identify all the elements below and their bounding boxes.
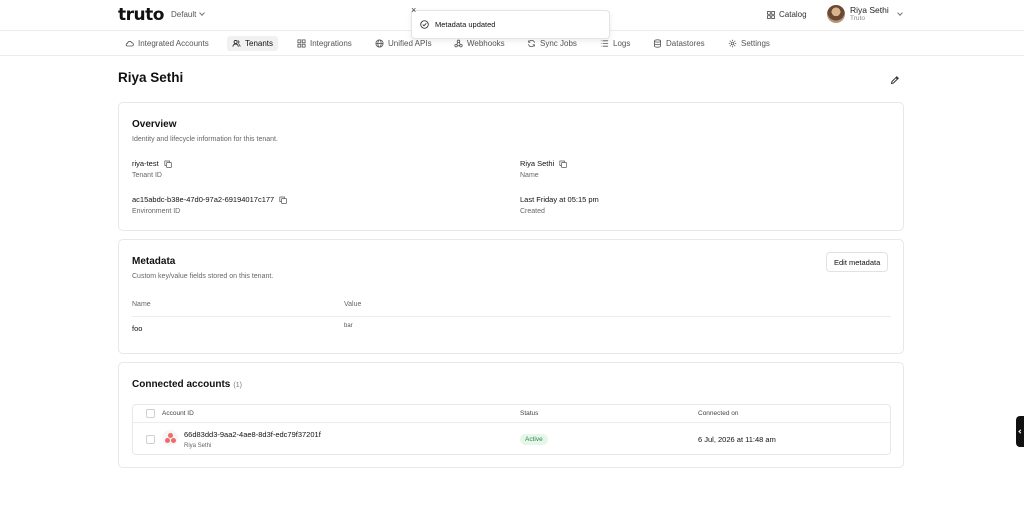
- metadata-description: Custom key/value fields stored on this t…: [132, 273, 274, 280]
- tenant-id-value: riya-test: [132, 159, 172, 168]
- name-text: Riya Sethi: [520, 159, 555, 168]
- edit-tenant-button[interactable]: [890, 72, 900, 90]
- name-label: Name: [520, 172, 539, 179]
- tab-integrations[interactable]: Integrations: [292, 36, 357, 51]
- pencil-icon: [890, 76, 899, 85]
- webhook-icon: [454, 39, 463, 48]
- metadata-card: Metadata Custom key/value fields stored …: [118, 239, 904, 354]
- cloud-icon: [125, 41, 134, 47]
- copy-icon[interactable]: [279, 196, 288, 204]
- tab-datastores[interactable]: Datastores: [648, 36, 710, 51]
- tab-label: Integrations: [310, 39, 352, 48]
- workspace-selector[interactable]: Default: [171, 10, 206, 19]
- created-label: Created: [520, 208, 545, 215]
- database-icon: [654, 39, 661, 48]
- tenant-id-text: riya-test: [132, 159, 159, 168]
- connected-accounts-card: Connected accounts (1) Account ID Status …: [118, 362, 904, 468]
- connected-on-cell: 6 Jul, 2026 at 11:48 am: [698, 435, 776, 444]
- toast-notification: × Metadata updated: [411, 6, 610, 39]
- environment-id-value: ac15abdc-b38e-47d0-97a2-69194017c177: [132, 195, 288, 204]
- environment-id-text: ac15abdc-b38e-47d0-97a2-69194017c177: [132, 195, 275, 204]
- status-badge: Active: [520, 434, 548, 445]
- name-value: Riya Sethi: [520, 159, 568, 168]
- tab-label: Unified APIs: [388, 39, 432, 48]
- chevron-down-icon: [199, 10, 206, 16]
- column-header-value: Value: [344, 301, 362, 308]
- metadata-title: Metadata: [132, 256, 176, 267]
- check-circle-icon: [420, 20, 429, 29]
- catalog-label: Catalog: [779, 10, 807, 19]
- overview-title: Overview: [132, 119, 177, 130]
- copy-icon[interactable]: [164, 160, 172, 168]
- user-name: Riya Sethi: [850, 4, 889, 15]
- metadata-key-cell: foo: [132, 324, 143, 333]
- tab-label: Webhooks: [467, 39, 505, 48]
- side-panel-toggle[interactable]: [1016, 416, 1024, 447]
- overview-card: Overview Identity and lifecycle informat…: [118, 102, 904, 231]
- tenant-id-label: Tenant ID: [132, 172, 162, 179]
- catalog-button[interactable]: Catalog: [767, 10, 807, 19]
- created-text: Last Friday at 05:15 pm: [520, 195, 599, 204]
- copy-icon[interactable]: [559, 160, 568, 168]
- tab-label: Logs: [613, 39, 631, 48]
- grid-icon: [767, 10, 775, 19]
- tab-label: Integrated Accounts: [138, 39, 209, 48]
- connected-accounts-count: (1): [233, 382, 242, 389]
- tab-label: Settings: [741, 39, 770, 48]
- select-all-checkbox[interactable]: [146, 409, 155, 418]
- toast-message: Metadata updated: [435, 20, 496, 29]
- table-header-row: Account ID Status Connected on: [133, 405, 890, 423]
- globe-icon: [375, 39, 384, 48]
- asana-logo-icon: [162, 430, 178, 446]
- created-value: Last Friday at 05:15 pm: [520, 195, 599, 204]
- column-header-connected-on: Connected on: [698, 410, 739, 417]
- list-icon: [600, 40, 609, 47]
- account-id-link[interactable]: 66d83dd3-9aa2-4ae8-8d3f-edc79f37201f: [184, 430, 321, 439]
- sync-icon: [528, 39, 535, 48]
- connected-accounts-title: Connected accounts (1): [132, 379, 242, 390]
- overview-description: Identity and lifecycle information for t…: [132, 136, 278, 143]
- accounts-table: Account ID Status Connected on 66d83dd3-…: [132, 404, 891, 455]
- chevron-down-icon: [896, 9, 903, 16]
- column-header-name: Name: [132, 301, 151, 308]
- truto-logo[interactable]: truto: [118, 5, 164, 25]
- row-checkbox[interactable]: [146, 435, 155, 444]
- tab-label: Tenants: [245, 39, 274, 48]
- connected-accounts-title-text: Connected accounts: [132, 379, 231, 390]
- divider: [132, 316, 891, 317]
- tab-label: Sync Jobs: [540, 39, 577, 48]
- edit-metadata-button[interactable]: Edit metadata: [826, 252, 889, 272]
- column-header-account-id: Account ID: [162, 410, 194, 417]
- chevron-left-icon: [1018, 429, 1023, 434]
- environment-id-label: Environment ID: [132, 208, 181, 215]
- grid-icon: [297, 39, 306, 48]
- column-header-status: Status: [520, 410, 539, 417]
- metadata-value-cell: bar: [344, 323, 353, 329]
- tab-tenants[interactable]: Tenants: [227, 36, 279, 51]
- avatar: [827, 5, 845, 23]
- account-tenant: Riya Sethi: [184, 443, 212, 449]
- gear-icon: [728, 39, 737, 48]
- users-icon: [232, 40, 241, 47]
- page-title: Riya Sethi: [118, 70, 184, 85]
- workspace-label: Default: [171, 10, 197, 19]
- user-menu[interactable]: Riya Sethi Truto: [827, 4, 903, 23]
- tab-settings[interactable]: Settings: [723, 36, 775, 51]
- tab-label: Datastores: [666, 39, 705, 48]
- user-org: Truto: [850, 15, 865, 22]
- close-icon[interactable]: ×: [411, 6, 416, 15]
- tab-integrated-accounts[interactable]: Integrated Accounts: [120, 36, 214, 51]
